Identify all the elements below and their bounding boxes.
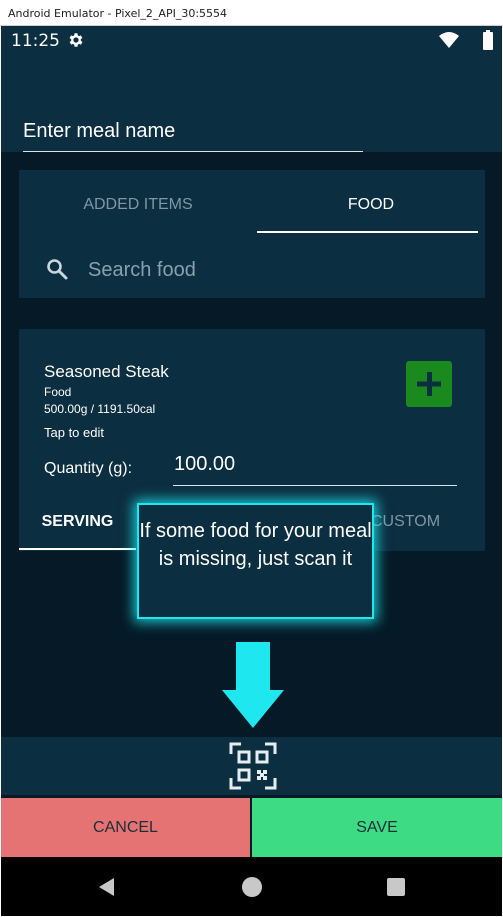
status-time: 11:25 [11, 31, 60, 51]
food-item-type: Food [44, 385, 72, 399]
meal-name-input[interactable]: Enter meal name [23, 116, 363, 152]
phone-screen: 11:25 Enter meal name ADDED ITEMS FOOD S… [1, 26, 502, 916]
android-nav-bar [1, 857, 502, 916]
add-food-button[interactable] [406, 361, 452, 407]
tap-to-edit-hint: Tap to edit [44, 425, 104, 440]
back-icon[interactable] [96, 876, 118, 898]
tab-serving[interactable]: SERVING [19, 513, 136, 551]
tab-added-items[interactable]: ADDED ITEMS [19, 170, 257, 234]
cancel-button[interactable]: CANCEL [1, 798, 250, 857]
scan-bar [1, 737, 502, 795]
quantity-label: Quantity (g): [44, 460, 133, 477]
meal-header: Enter meal name [1, 56, 502, 152]
battery-icon [483, 30, 493, 50]
tab-food[interactable]: FOOD [257, 170, 485, 234]
tab-indicator [257, 231, 478, 233]
qr-scan-icon[interactable] [229, 742, 277, 790]
serving-tab-indicator [19, 548, 136, 550]
emulator-window-title: Android Emulator - Pixel_2_API_30:5554 [0, 0, 503, 26]
food-source-card: ADDED ITEMS FOOD Search food [19, 170, 485, 298]
food-item-info: 500.00g / 1191.50cal [44, 402, 156, 416]
gear-icon [69, 33, 83, 47]
search-icon[interactable] [45, 257, 69, 281]
save-button[interactable]: SAVE [252, 798, 502, 857]
tab-custom[interactable]: CUSTOM [371, 513, 471, 551]
quantity-input[interactable]: 100.00 [173, 453, 457, 486]
plus-icon [417, 372, 441, 396]
status-bar: 11:25 [1, 26, 502, 56]
search-input[interactable]: Search food [88, 259, 196, 282]
home-icon[interactable] [242, 877, 262, 897]
scan-tooltip: If some food for your meal is missing, j… [137, 503, 374, 619]
arrow-down-icon [222, 642, 284, 728]
food-item-name: Seasoned Steak [44, 362, 169, 381]
wifi-icon [439, 32, 459, 48]
recent-apps-icon[interactable] [387, 878, 405, 896]
